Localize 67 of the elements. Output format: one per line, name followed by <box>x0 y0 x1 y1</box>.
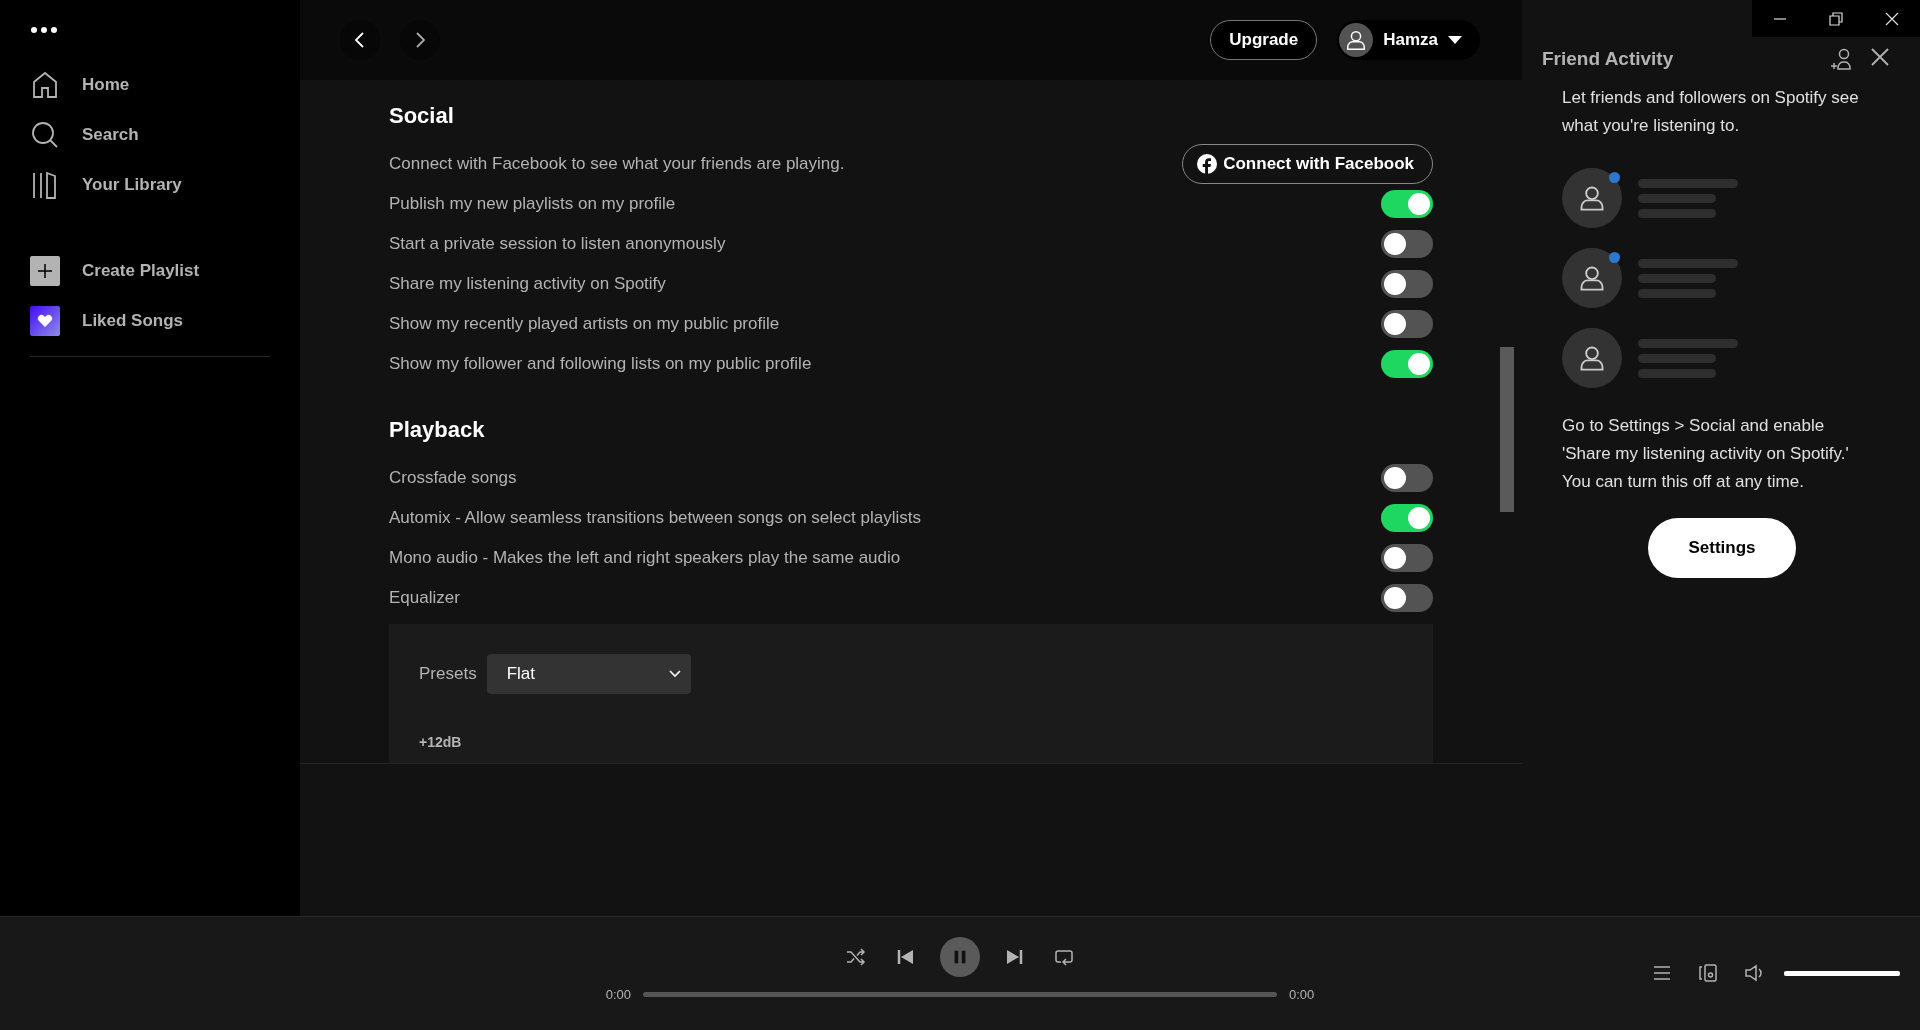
toggle-switch[interactable] <box>1381 464 1433 492</box>
setting-label: Mono audio - Makes the left and right speakers play the same audio <box>389 548 901 568</box>
sidebar-item[interactable]: Create Playlist <box>30 246 200 296</box>
queue-icon <box>1652 963 1672 983</box>
connect-facebook-button[interactable]: Connect with Facebook <box>1182 144 1433 184</box>
home-icon <box>30 70 60 100</box>
close-icon <box>1870 47 1890 67</box>
sidebar-item[interactable]: Home <box>30 60 130 110</box>
add-friend-button[interactable] <box>1830 47 1854 71</box>
toggle-switch[interactable] <box>1381 504 1433 532</box>
person-icon <box>1578 344 1606 372</box>
caret-icon <box>1448 36 1462 44</box>
toggle-switch[interactable] <box>1381 350 1433 378</box>
sidebar-item[interactable]: Liked Songs <box>30 296 184 346</box>
previous-icon <box>896 947 916 967</box>
more-options-icon[interactable] <box>30 26 58 34</box>
repeat-icon <box>1054 947 1074 967</box>
elapsed-time: 0:00 <box>605 987 631 1002</box>
setting-label: Share my listening activity on Spotify <box>389 274 666 294</box>
toggle-switch[interactable] <box>1381 584 1433 612</box>
presets-dropdown[interactable]: Flat <box>486 654 691 694</box>
setting-label: Crossfade songs <box>389 468 517 488</box>
section-heading: Social <box>389 102 454 130</box>
person-icon <box>1345 29 1368 51</box>
setting-label: Publish my new playlists on my profile <box>389 194 676 214</box>
person-icon <box>1578 264 1606 292</box>
upgrade-button[interactable]: Upgrade <box>1210 20 1318 60</box>
restore-button[interactable] <box>1829 11 1843 26</box>
sidebar-item[interactable]: Search <box>30 110 139 160</box>
setting-label: Automix - Allow seamless transitions between songs on select playlists <box>389 508 921 528</box>
user-menu-button[interactable]: Hamza <box>1337 20 1480 60</box>
minimize-icon <box>1773 17 1787 20</box>
setting-label: Show my recently played artists on my public profile <box>389 314 780 334</box>
toggle-switch[interactable] <box>1381 310 1433 338</box>
intro-text: Let friends and followers on Spotify see what you're listening to. <box>1562 87 1860 137</box>
close-button[interactable] <box>1885 11 1899 26</box>
panel-title: Friend Activity <box>1542 48 1674 70</box>
add-person-icon <box>1830 47 1854 71</box>
scrollbar[interactable] <box>1500 347 1514 512</box>
volume-icon <box>1744 963 1764 983</box>
axis-label: +12dB <box>419 734 462 750</box>
setting-label: Show my follower and following lists on my public profile <box>389 354 812 374</box>
toggle-switch[interactable] <box>1381 190 1433 218</box>
plus-icon <box>30 256 60 286</box>
minimize-button[interactable] <box>1773 17 1787 20</box>
search-icon <box>30 120 60 150</box>
duration-time: 0:00 <box>1289 987 1315 1002</box>
pause-button[interactable] <box>940 937 980 977</box>
chevron-down-icon <box>668 670 681 678</box>
close-icon <box>1885 11 1899 26</box>
toggle-switch[interactable] <box>1381 270 1433 298</box>
speaker-device-icon <box>1698 963 1718 983</box>
setting-label: Equalizer <box>389 588 460 608</box>
person-icon <box>1578 184 1606 212</box>
section-heading: Playback <box>389 416 485 444</box>
setting-label: Start a private session to listen anonymously <box>389 234 726 254</box>
facebook-icon <box>1197 154 1218 174</box>
setting-label: Connect with Facebook to see what your friends are playing. <box>389 154 845 174</box>
settings-button[interactable]: Settings <box>1648 518 1796 578</box>
next-icon <box>1004 947 1024 967</box>
hint-text: Go to Settings > Social and enable 'Share my listening activity on Spotify.' You can turn this off at any time. <box>1562 415 1850 493</box>
toggle-switch[interactable] <box>1381 230 1433 258</box>
presets-label: Presets <box>419 664 477 684</box>
restore-icon <box>1829 11 1843 26</box>
toggle-switch[interactable] <box>1381 544 1433 572</box>
sidebar-item[interactable]: Your Library <box>30 160 182 210</box>
shuffle-icon <box>846 947 866 967</box>
